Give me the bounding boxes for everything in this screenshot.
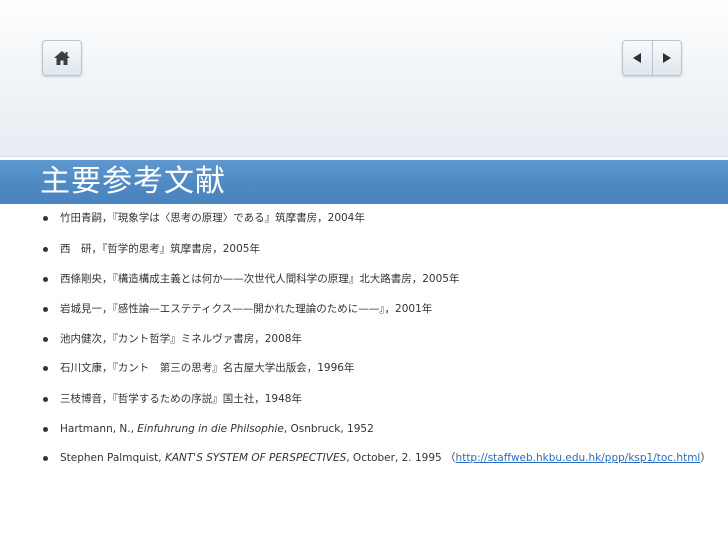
bullet-icon <box>43 337 48 342</box>
slide-title: 主要参考文献 <box>40 164 226 199</box>
triangle-left-icon <box>633 53 642 63</box>
list-item: 三枝博音，『哲学するための序説』国土社，1948年 <box>0 389 728 409</box>
list-item: 竹田青嗣，『現象学は〈思考の原理〉である』筑摩書房，2004年 <box>0 208 728 228</box>
reference-title: KANT'S SYSTEM OF PERSPECTIVES <box>164 452 347 464</box>
bullet-icon <box>43 277 48 282</box>
reference-text: 岩城見一，『感性論—エステティクス——開かれた理論のために——』，2001年 <box>60 303 433 315</box>
slide-navigation <box>622 40 682 76</box>
bullet-icon <box>43 216 48 221</box>
reference-publication: , October, 2. 1995 （ <box>346 452 456 464</box>
reference-author: Stephen Palmquist, <box>60 452 165 464</box>
home-button[interactable] <box>42 40 82 76</box>
bullet-icon <box>43 397 48 402</box>
title-band: 主要参考文献 <box>0 160 728 204</box>
header-band <box>0 0 728 157</box>
home-icon <box>54 51 70 65</box>
triangle-right-icon <box>662 53 671 63</box>
list-item: 池内健次，『カント哲学』ミネルヴァ書房，2008年 <box>0 329 728 349</box>
reference-text: 西條剛央，『構造構成主義とは何か——次世代人間科学の原理』北大路書房，2005年 <box>60 273 460 285</box>
bullet-icon <box>43 247 48 252</box>
list-item: 石川文康，『カント 第三の思考』名古屋大学出版会，1996年 <box>0 358 728 378</box>
list-item: 西 研，『哲学的思考』筑摩書房，2005年 <box>0 239 728 259</box>
list-item: 西條剛央，『構造構成主義とは何か——次世代人間科学の原理』北大路書房，2005年 <box>0 269 728 289</box>
reference-closing: ） <box>700 452 711 464</box>
reference-author: Hartmann, N., <box>60 423 138 435</box>
previous-slide-button[interactable] <box>623 41 652 75</box>
bullet-icon <box>43 366 48 371</box>
slide: 主要参考文献 竹田青嗣，『現象学は〈思考の原理〉である』筑摩書房，2004年 西… <box>0 0 728 546</box>
reference-link[interactable]: http://staffweb.hkbu.edu.hk/ppp/ksp1/toc… <box>456 452 701 464</box>
reference-text: 竹田青嗣，『現象学は〈思考の原理〉である』筑摩書房，2004年 <box>60 212 365 224</box>
reference-title: Einfuhrung in die Philsophie <box>137 423 284 435</box>
reference-text: 石川文康，『カント 第三の思考』名古屋大学出版会，1996年 <box>60 362 355 374</box>
reference-text: Hartmann, N., Einfuhrung in die Philsoph… <box>60 419 374 439</box>
reference-publication: , Osnbruck, 1952 <box>283 423 374 435</box>
bullet-icon <box>43 456 48 461</box>
list-item: 岩城見一，『感性論—エステティクス——開かれた理論のために——』，2001年 <box>0 299 728 319</box>
reference-text: 池内健次，『カント哲学』ミネルヴァ書房，2008年 <box>60 333 302 345</box>
bullet-icon <box>43 307 48 312</box>
next-slide-button[interactable] <box>651 41 682 75</box>
list-item: Stephen Palmquist, KANT'S SYSTEM OF PERS… <box>0 448 728 468</box>
bullet-icon <box>43 427 48 432</box>
reference-text: 西 研，『哲学的思考』筑摩書房，2005年 <box>60 243 260 255</box>
reference-text: Stephen Palmquist, KANT'S SYSTEM OF PERS… <box>60 448 711 468</box>
reference-text: 三枝博音，『哲学するための序説』国土社，1948年 <box>60 393 302 405</box>
list-item: Hartmann, N., Einfuhrung in die Philsoph… <box>0 419 728 439</box>
